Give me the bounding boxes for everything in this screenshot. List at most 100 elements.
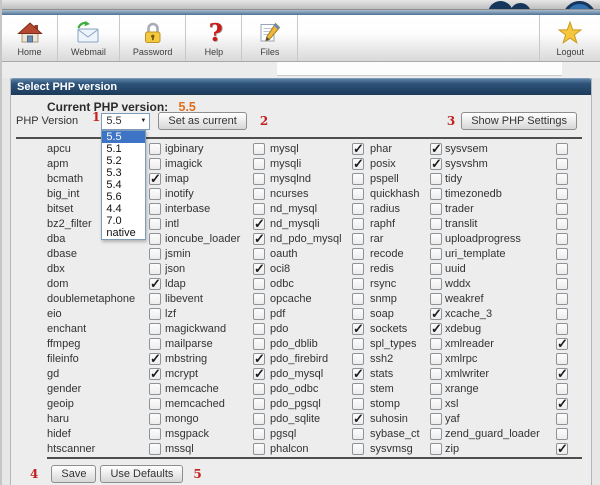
extension-checkbox-mysqli[interactable] bbox=[352, 156, 364, 172]
extension-checkbox-imagick[interactable] bbox=[253, 157, 265, 170]
extension-checkbox-doublemetaphone[interactable] bbox=[149, 292, 161, 305]
extension-checkbox-pdo[interactable] bbox=[352, 321, 364, 337]
extension-checkbox-xcache_3[interactable] bbox=[556, 307, 568, 320]
extension-checkbox-hidef[interactable] bbox=[149, 427, 161, 440]
save-button[interactable]: Save bbox=[51, 465, 97, 483]
version-option-native[interactable]: native bbox=[102, 227, 145, 239]
extension-checkbox-rar[interactable] bbox=[430, 232, 442, 245]
extension-checkbox-geoip[interactable] bbox=[149, 397, 161, 410]
version-option-5.6[interactable]: 5.6 bbox=[102, 191, 145, 203]
extension-checkbox-odbc[interactable] bbox=[352, 277, 364, 290]
extension-checkbox-phar[interactable] bbox=[430, 141, 442, 157]
extension-checkbox-xmlrpc[interactable] bbox=[556, 352, 568, 365]
extension-checkbox-xdebug[interactable] bbox=[556, 322, 568, 335]
extension-checkbox-snmp[interactable] bbox=[430, 292, 442, 305]
extension-checkbox-json[interactable] bbox=[253, 261, 265, 277]
extension-checkbox-interbase[interactable] bbox=[253, 202, 265, 215]
extension-checkbox-pdo_mysql[interactable] bbox=[352, 366, 364, 382]
extension-checkbox-ssh2[interactable] bbox=[430, 352, 442, 365]
extension-checkbox-zip[interactable] bbox=[556, 441, 568, 457]
version-option-5.5[interactable]: 5.5 bbox=[102, 130, 146, 143]
extension-checkbox-oauth[interactable] bbox=[352, 247, 364, 260]
extension-checkbox-enchant[interactable] bbox=[149, 322, 161, 335]
extension-checkbox-ioncube_loader[interactable] bbox=[253, 231, 265, 247]
extension-checkbox-mssql[interactable] bbox=[253, 442, 265, 455]
extension-checkbox-jsmin[interactable] bbox=[253, 247, 265, 260]
extension-checkbox-uri_template[interactable] bbox=[556, 247, 568, 260]
extension-checkbox-intl[interactable] bbox=[253, 216, 265, 232]
extension-checkbox-bitset[interactable] bbox=[149, 202, 161, 215]
extension-checkbox-yaf[interactable] bbox=[556, 412, 568, 425]
extension-checkbox-memcached[interactable] bbox=[253, 397, 265, 410]
extension-checkbox-mcrypt[interactable] bbox=[253, 366, 265, 382]
extension-checkbox-pdo_pgsql[interactable] bbox=[352, 397, 364, 410]
toolbar-item-password[interactable]: Password bbox=[120, 15, 187, 61]
extension-checkbox-dba[interactable] bbox=[149, 232, 161, 245]
extension-checkbox-haru[interactable] bbox=[149, 412, 161, 425]
extension-checkbox-weakref[interactable] bbox=[556, 292, 568, 305]
extension-checkbox-uploadprogress[interactable] bbox=[556, 232, 568, 245]
extension-checkbox-raphf[interactable] bbox=[430, 217, 442, 230]
version-option-5.4[interactable]: 5.4 bbox=[102, 179, 145, 191]
toolbar-item-home[interactable]: Home bbox=[2, 15, 58, 61]
extension-checkbox-nd_mysql[interactable] bbox=[352, 202, 364, 215]
extension-checkbox-pspell[interactable] bbox=[430, 172, 442, 185]
extension-checkbox-posix[interactable] bbox=[430, 156, 442, 172]
version-option-5.3[interactable]: 5.3 bbox=[102, 167, 145, 179]
use-defaults-button[interactable]: Use Defaults bbox=[100, 465, 184, 483]
extension-checkbox-bcmath[interactable] bbox=[149, 171, 161, 187]
extension-checkbox-stomp[interactable] bbox=[430, 397, 442, 410]
extension-checkbox-timezonedb[interactable] bbox=[556, 187, 568, 200]
extension-checkbox-magickwand[interactable] bbox=[253, 322, 265, 335]
extension-checkbox-zend_guard_loader[interactable] bbox=[556, 427, 568, 440]
extension-checkbox-ffmpeg[interactable] bbox=[149, 337, 161, 350]
extension-checkbox-pdo_firebird[interactable] bbox=[352, 352, 364, 365]
extension-checkbox-fileinfo[interactable] bbox=[149, 351, 161, 367]
extension-checkbox-pgsql[interactable] bbox=[352, 427, 364, 440]
extension-checkbox-stats[interactable] bbox=[430, 367, 442, 380]
extension-checkbox-pdf[interactable] bbox=[352, 307, 364, 320]
extension-checkbox-gd[interactable] bbox=[149, 366, 161, 382]
extension-checkbox-xrange[interactable] bbox=[556, 382, 568, 395]
extension-checkbox-dbx[interactable] bbox=[149, 262, 161, 275]
extension-checkbox-sysvmsg[interactable] bbox=[430, 442, 442, 455]
extension-checkbox-apm[interactable] bbox=[149, 157, 161, 170]
extension-checkbox-wddx[interactable] bbox=[556, 277, 568, 290]
extension-checkbox-big_int[interactable] bbox=[149, 187, 161, 200]
extension-checkbox-sybase_ct[interactable] bbox=[430, 427, 442, 440]
extension-checkbox-sockets[interactable] bbox=[430, 321, 442, 337]
extension-checkbox-pdo_dblib[interactable] bbox=[352, 337, 364, 350]
extension-checkbox-mongo[interactable] bbox=[253, 412, 265, 425]
extension-checkbox-lzf[interactable] bbox=[253, 307, 265, 320]
extension-checkbox-quickhash[interactable] bbox=[430, 187, 442, 200]
toolbar-item-logout[interactable]: Logout bbox=[539, 15, 600, 61]
extension-checkbox-xsl[interactable] bbox=[556, 396, 568, 412]
extension-checkbox-dbase[interactable] bbox=[149, 247, 161, 260]
extension-checkbox-translit[interactable] bbox=[556, 217, 568, 230]
extension-checkbox-bz2_filter[interactable] bbox=[149, 217, 161, 230]
show-php-settings-button[interactable]: Show PHP Settings bbox=[461, 112, 577, 130]
extension-checkbox-igbinary[interactable] bbox=[253, 142, 265, 155]
extension-checkbox-recode[interactable] bbox=[430, 247, 442, 260]
version-option-4.4[interactable]: 4.4 bbox=[102, 203, 145, 215]
extension-checkbox-redis[interactable] bbox=[430, 262, 442, 275]
extension-checkbox-ldap[interactable] bbox=[253, 277, 265, 290]
extension-checkbox-sysvshm[interactable] bbox=[556, 157, 568, 170]
extension-checkbox-imap[interactable] bbox=[253, 172, 265, 185]
extension-checkbox-xmlreader[interactable] bbox=[556, 336, 568, 352]
extension-checkbox-mailparse[interactable] bbox=[253, 337, 265, 350]
extension-checkbox-oci8[interactable] bbox=[352, 262, 364, 275]
version-option-7.0[interactable]: 7.0 bbox=[102, 215, 145, 227]
extension-checkbox-memcache[interactable] bbox=[253, 382, 265, 395]
extension-checkbox-phalcon[interactable] bbox=[352, 442, 364, 455]
extension-checkbox-pdo_odbc[interactable] bbox=[352, 382, 364, 395]
version-option-5.2[interactable]: 5.2 bbox=[102, 155, 145, 167]
extension-checkbox-mysqlnd[interactable] bbox=[352, 172, 364, 185]
extension-checkbox-libevent[interactable] bbox=[253, 292, 265, 305]
extension-checkbox-opcache[interactable] bbox=[352, 292, 364, 305]
extension-checkbox-mysql[interactable] bbox=[352, 141, 364, 157]
extension-checkbox-mbstring[interactable] bbox=[253, 351, 265, 367]
toolbar-item-webmail[interactable]: Webmail bbox=[58, 15, 120, 61]
extension-checkbox-sysvsem[interactable] bbox=[556, 142, 568, 155]
extension-checkbox-rsync[interactable] bbox=[430, 277, 442, 290]
